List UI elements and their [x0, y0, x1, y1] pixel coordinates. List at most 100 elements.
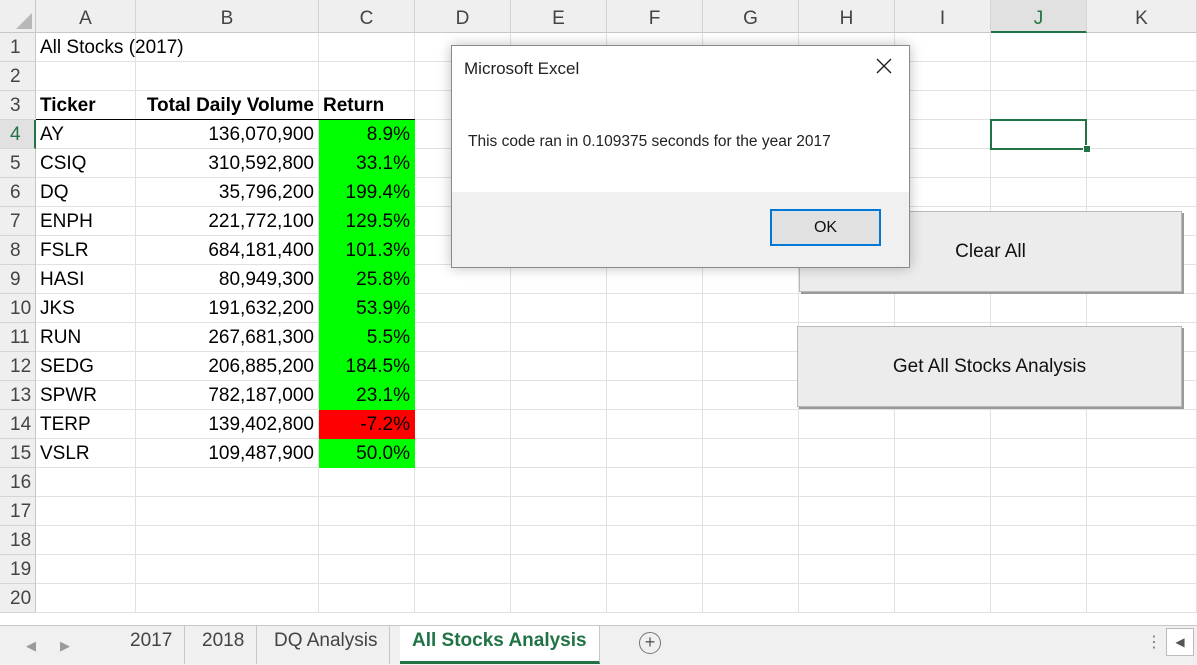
return-cell[interactable]: 5.5% — [319, 323, 415, 352]
grid-cell[interactable] — [1087, 294, 1197, 323]
volume-cell[interactable]: 267,681,300 — [136, 323, 319, 352]
grid-cell[interactable] — [991, 33, 1087, 62]
volume-cell[interactable]: 221,772,100 — [136, 207, 319, 236]
row-header-17[interactable]: 17 — [0, 497, 36, 526]
volume-cell[interactable]: 310,592,800 — [136, 149, 319, 178]
grid-cell[interactable] — [1087, 62, 1197, 91]
ticker-cell[interactable]: CSIQ — [36, 149, 136, 178]
fill-handle[interactable] — [1083, 145, 1091, 153]
row-header-15[interactable]: 15 — [0, 439, 36, 468]
column-header-c[interactable]: C — [319, 0, 415, 33]
ticker-cell[interactable]: AY — [36, 120, 136, 149]
volume-cell[interactable]: 191,632,200 — [136, 294, 319, 323]
column-header-b[interactable]: B — [136, 0, 319, 33]
grid-cell[interactable] — [991, 555, 1087, 584]
header-total-daily-volume[interactable]: Total Daily Volume — [136, 91, 319, 120]
volume-cell[interactable]: 206,885,200 — [136, 352, 319, 381]
scroll-left-icon[interactable]: ◀ — [1166, 628, 1194, 656]
add-sheet-icon[interactable]: + — [639, 632, 661, 654]
grid-cell[interactable] — [895, 584, 991, 613]
grid-cell[interactable] — [991, 410, 1087, 439]
grid-cell[interactable] — [319, 33, 415, 62]
grid-cell[interactable] — [799, 410, 895, 439]
header-ticker[interactable]: Ticker — [36, 91, 136, 120]
grid-cell[interactable] — [991, 178, 1087, 207]
grid-cell[interactable] — [799, 439, 895, 468]
grid-cell[interactable] — [1087, 468, 1197, 497]
grid-cell[interactable] — [319, 62, 415, 91]
column-header-e[interactable]: E — [511, 0, 607, 33]
grid-cell[interactable] — [703, 497, 799, 526]
row-header-2[interactable]: 2 — [0, 62, 36, 91]
grid-cell[interactable] — [136, 497, 319, 526]
ticker-cell[interactable]: SPWR — [36, 381, 136, 410]
grid-cell[interactable] — [415, 468, 511, 497]
grid-cell[interactable] — [136, 526, 319, 555]
row-header-20[interactable]: 20 — [0, 584, 36, 613]
row-header-6[interactable]: 6 — [0, 178, 36, 207]
row-header-4[interactable]: 4 — [0, 120, 36, 149]
grid-cell[interactable] — [319, 468, 415, 497]
row-header-14[interactable]: 14 — [0, 410, 36, 439]
grid-cell[interactable] — [415, 497, 511, 526]
grid-cell[interactable] — [895, 410, 991, 439]
select-all-corner[interactable] — [0, 0, 36, 33]
grid-cell[interactable] — [511, 468, 607, 497]
grid-cell[interactable] — [136, 62, 319, 91]
row-header-13[interactable]: 13 — [0, 381, 36, 410]
row-header-11[interactable]: 11 — [0, 323, 36, 352]
grid-cell[interactable] — [415, 555, 511, 584]
grid-cell[interactable] — [607, 381, 703, 410]
grid-cell[interactable] — [1087, 149, 1197, 178]
grid-cell[interactable] — [703, 410, 799, 439]
grid-cell[interactable] — [799, 497, 895, 526]
grid-cell[interactable] — [36, 497, 136, 526]
grid-cell[interactable] — [511, 265, 607, 294]
grid-cell[interactable] — [1087, 120, 1197, 149]
column-header-j[interactable]: J — [991, 0, 1087, 33]
volume-cell[interactable]: 109,487,900 — [136, 439, 319, 468]
grid-cell[interactable] — [895, 497, 991, 526]
nav-left-icon[interactable]: ◀ — [26, 638, 36, 654]
grid-cell[interactable] — [511, 323, 607, 352]
grid-cell[interactable] — [703, 381, 799, 410]
grid-cell[interactable] — [415, 323, 511, 352]
grid-cell[interactable] — [799, 294, 895, 323]
grid-cell[interactable] — [703, 584, 799, 613]
grid-cell[interactable] — [319, 497, 415, 526]
grid-cell[interactable] — [895, 526, 991, 555]
row-header-19[interactable]: 19 — [0, 555, 36, 584]
grid-cell[interactable] — [991, 62, 1087, 91]
grid-cell[interactable] — [415, 381, 511, 410]
grid-cell[interactable] — [799, 555, 895, 584]
grid-cell[interactable] — [319, 526, 415, 555]
return-cell[interactable]: 50.0% — [319, 439, 415, 468]
row-header-7[interactable]: 7 — [0, 207, 36, 236]
grid-cell[interactable] — [607, 265, 703, 294]
grid-cell[interactable] — [319, 555, 415, 584]
column-header-k[interactable]: K — [1087, 0, 1197, 33]
grid-cell[interactable] — [799, 584, 895, 613]
grid-cell[interactable] — [703, 323, 799, 352]
row-header-1[interactable]: 1 — [0, 33, 36, 62]
sheet-title-cell[interactable]: All Stocks (2017) — [36, 33, 319, 62]
grid-cell[interactable] — [991, 91, 1087, 120]
column-header-g[interactable]: G — [703, 0, 799, 33]
column-header-h[interactable]: H — [799, 0, 895, 33]
get-all-stocks-analysis-button[interactable]: Get All Stocks Analysis — [797, 326, 1182, 407]
grid-cell[interactable] — [991, 294, 1087, 323]
grid-cell[interactable] — [895, 555, 991, 584]
ticker-cell[interactable]: RUN — [36, 323, 136, 352]
return-cell[interactable]: 33.1% — [319, 149, 415, 178]
sheet-tab-all-stocks-analysis[interactable]: All Stocks Analysis — [400, 626, 600, 664]
ticker-cell[interactable]: ENPH — [36, 207, 136, 236]
grid-cell[interactable] — [607, 439, 703, 468]
ticker-cell[interactable]: JKS — [36, 294, 136, 323]
sheet-tab-2018[interactable]: 2018 — [190, 626, 258, 664]
volume-cell[interactable]: 136,070,900 — [136, 120, 319, 149]
grid-cell[interactable] — [1087, 439, 1197, 468]
return-cell[interactable]: 129.5% — [319, 207, 415, 236]
row-header-9[interactable]: 9 — [0, 265, 36, 294]
ticker-cell[interactable]: FSLR — [36, 236, 136, 265]
grid-cell[interactable] — [1087, 526, 1197, 555]
